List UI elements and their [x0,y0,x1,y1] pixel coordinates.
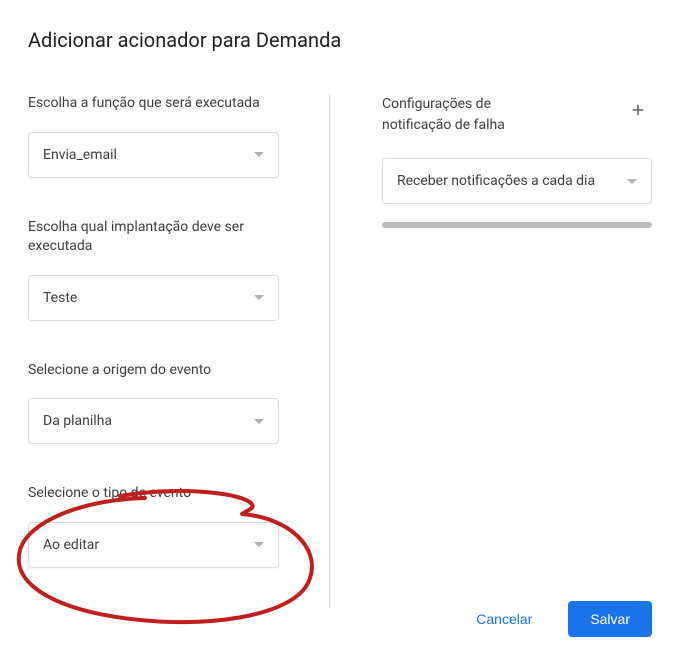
function-dropdown[interactable]: Envia_email [28,132,279,178]
scroll-indicator [382,222,652,228]
add-notification-button[interactable] [624,96,652,124]
field-event-type: Selecione o tipo de evento Ao editar [28,484,309,568]
field-event-source: Selecione a origem do evento Da planilha [28,361,309,445]
footer-actions: Cancelar Salvar [470,601,652,637]
event-source-label: Selecione a origem do evento [28,361,309,381]
event-source-dropdown[interactable]: Da planilha [28,398,279,444]
page-title: Adicionar acionador para Demanda [28,28,652,52]
function-label: Escolha a função que será executada [28,94,309,114]
event-source-value: Da planilha [43,413,112,429]
chevron-down-icon [627,179,637,184]
deployment-label: Escolha qual implantação deve ser execut… [28,218,309,257]
chevron-down-icon [254,295,264,300]
notification-dropdown[interactable]: Receber notificações a cada dia [382,158,652,204]
save-button[interactable]: Salvar [568,601,652,637]
left-column: Escolha a função que será executada Envi… [28,94,329,608]
chevron-down-icon [254,542,264,547]
deployment-dropdown[interactable]: Teste [28,275,279,321]
event-type-value: Ao editar [43,537,99,553]
function-value: Envia_email [43,147,117,163]
event-type-label: Selecione o tipo de evento [28,484,309,504]
deployment-value: Teste [43,290,77,306]
chevron-down-icon [254,419,264,424]
field-function: Escolha a função que será executada Envi… [28,94,309,178]
cancel-button[interactable]: Cancelar [470,603,538,635]
chevron-down-icon [254,152,264,157]
field-deployment: Escolha qual implantação deve ser execut… [28,218,309,321]
notification-value: Receber notificações a cada dia [397,173,595,189]
right-column: Configurações de notificação de falha Re… [329,94,652,608]
event-type-dropdown[interactable]: Ao editar [28,522,279,568]
notification-label: Configurações de notificação de falha [382,94,542,136]
plus-icon [629,101,647,119]
